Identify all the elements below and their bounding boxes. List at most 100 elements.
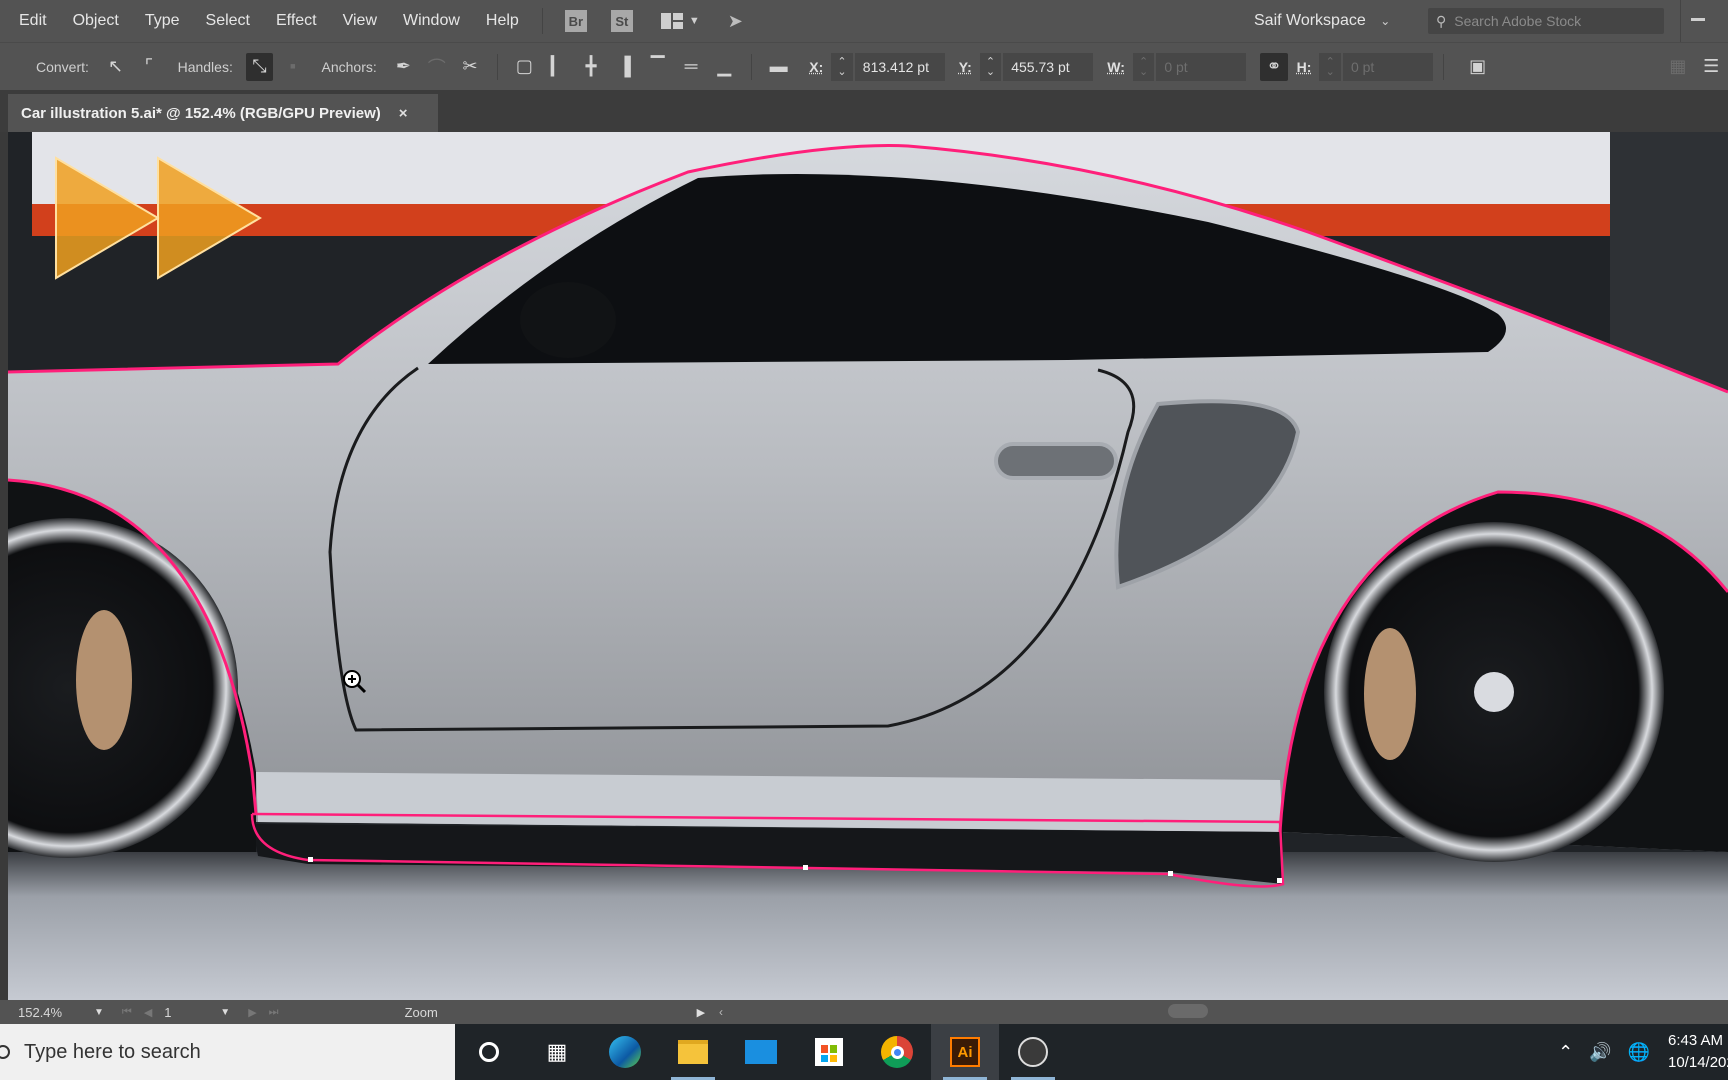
align-vcenter-button[interactable]: ═ [677, 53, 704, 81]
remove-anchor-button[interactable]: ✒ [390, 53, 417, 81]
align-to-button[interactable]: ▢ [511, 53, 538, 81]
handles-shown-icon: ⤡ [252, 56, 267, 76]
taskbar-search-box[interactable]: Type here to search [0, 1024, 455, 1080]
artboard-dropdown-chevron-icon[interactable]: ▼ [220, 1007, 230, 1018]
menu-object[interactable]: Object [60, 0, 132, 42]
hide-handles-button[interactable]: ▪ [279, 53, 306, 81]
scroll-left-icon[interactable]: ‹ [719, 1005, 723, 1019]
align-left-button[interactable]: ▎ [544, 53, 571, 81]
align-top-button[interactable]: ▔ [644, 53, 671, 81]
align-right-button[interactable]: ▐ [611, 53, 638, 81]
x-stepper[interactable]: ⌃ ⌄ [831, 52, 853, 81]
document-tab[interactable]: Car illustration 5.ai* @ 152.4% (RGB/GPU… [8, 94, 438, 132]
store-bag-icon [815, 1038, 843, 1066]
x-field[interactable]: 813.412 pt [854, 52, 945, 81]
rocker-panel [256, 772, 1283, 832]
status-menu-arrow-icon[interactable]: ▶ [697, 1006, 705, 1019]
rear-brake-caliper [1364, 628, 1416, 760]
windows-taskbar: Type here to search ▦ Ai ⌃ 🔊 🌐 6:43 AM 1… [0, 1024, 1728, 1080]
task-view-button[interactable]: ▦ [523, 1024, 591, 1080]
mail-button[interactable] [727, 1024, 795, 1080]
convert-label: Convert: [36, 58, 89, 75]
stock-search-placeholder: Search Adobe Stock [1454, 13, 1582, 29]
x-label: X: [809, 58, 824, 75]
menu-help[interactable]: Help [473, 0, 532, 42]
show-handles-button[interactable]: ⤡ [245, 52, 274, 81]
edge-button[interactable] [591, 1024, 659, 1080]
panel-menu-button[interactable]: ☰ [1698, 53, 1725, 81]
network-globe-icon[interactable]: 🌐 [1628, 1042, 1650, 1063]
horizontal-scrollbar-thumb[interactable] [1168, 1004, 1208, 1018]
illustrator-button[interactable]: Ai [931, 1024, 999, 1080]
panel-grid-button[interactable]: ▦ [1664, 53, 1691, 81]
menu-select[interactable]: Select [193, 0, 263, 42]
menu-type[interactable]: Type [132, 0, 193, 42]
menu-window[interactable]: Window [390, 0, 473, 42]
w-stepper[interactable]: ⌃ ⌄ [1132, 52, 1155, 81]
artboard-canvas[interactable] [0, 132, 1728, 1000]
door-handle [994, 442, 1118, 480]
volume-icon[interactable]: 🔊 [1589, 1042, 1611, 1063]
scissors-path-icon: ✂ [462, 56, 478, 76]
control-divider [496, 53, 498, 80]
gpu-performance-rocket-icon[interactable]: ➤ [728, 11, 743, 32]
zoom-dropdown-chevron-icon[interactable]: ▼ [94, 1007, 104, 1018]
menu-view[interactable]: View [330, 0, 390, 42]
cortana-button[interactable] [455, 1024, 523, 1080]
first-artboard-icon[interactable]: ⏮ [122, 1006, 132, 1019]
zoom-level-field[interactable]: 152.4% [12, 1002, 88, 1022]
h-stepper[interactable]: ⌃ ⌄ [1319, 52, 1341, 81]
transform-button[interactable]: ▣ [1464, 53, 1491, 81]
store-button[interactable] [795, 1024, 863, 1080]
search-icon: ⚲ [1436, 12, 1447, 29]
artboard-number-field[interactable]: 1 [158, 1005, 214, 1020]
bridge-button[interactable]: Br [564, 10, 587, 32]
h-label: H: [1296, 58, 1312, 75]
search-icon [0, 1045, 10, 1059]
anchor-point [1277, 878, 1282, 883]
anchor-point [803, 865, 808, 870]
chrome-button[interactable] [863, 1024, 931, 1080]
car-image [8, 132, 1728, 1000]
stock-button[interactable]: St [610, 10, 633, 32]
align-bottom-button[interactable]: ▁ [711, 53, 738, 81]
y-stepper[interactable]: ⌃ ⌄ [979, 52, 1002, 81]
file-explorer-button[interactable] [659, 1024, 727, 1080]
obs-button[interactable] [999, 1024, 1067, 1080]
last-artboard-icon[interactable]: ⏭ [269, 1006, 279, 1019]
anchor-point [308, 857, 313, 862]
document-tab-bar: Car illustration 5.ai* @ 152.4% (RGB/GPU… [0, 90, 1728, 132]
y-field[interactable]: 455.73 pt [1003, 52, 1094, 81]
close-icon[interactable]: × [399, 105, 408, 122]
handles-label: Handles: [177, 58, 233, 75]
connect-path-icon: ⌒ [427, 57, 446, 78]
w-field[interactable]: 0 pt [1156, 52, 1247, 81]
h-field[interactable]: 0 pt [1342, 52, 1433, 81]
anchor-point [1168, 871, 1173, 876]
next-artboard-icon[interactable]: ▶ [248, 1006, 256, 1019]
chrome-icon [881, 1036, 913, 1068]
document-title: Car illustration 5.ai* @ 152.4% (RGB/GPU… [21, 104, 381, 122]
status-bar: 152.4% ▼ ⏮ ◀ 1 ▼ ▶ ⏭ Zoom ▶ ‹ [0, 1000, 1728, 1024]
corner-anchor-icon: ↖ [108, 56, 124, 76]
menu-effect[interactable]: Effect [263, 0, 330, 42]
stock-search-input[interactable]: ⚲ Search Adobe Stock [1428, 8, 1664, 34]
workspace-switcher[interactable]: Saif Workspace ⌄ [1254, 0, 1390, 42]
clock[interactable]: 6:43 AM 10/14/2021 [1668, 1030, 1728, 1074]
prev-artboard-icon[interactable]: ◀ [144, 1006, 152, 1019]
show-hidden-icons-chevron-icon[interactable]: ⌃ [1558, 1042, 1573, 1063]
convert-to-corner-button[interactable]: ↖ [102, 53, 129, 81]
align-horizontal-center-icon: ╋ [585, 56, 597, 76]
reference-point-button[interactable]: ▬ [765, 53, 792, 81]
menu-list-icon: ☰ [1703, 56, 1720, 76]
folder-icon [678, 1040, 708, 1064]
minimize-window-button[interactable] [1680, 0, 1728, 42]
arrange-documents-button[interactable]: ▼ [660, 13, 700, 29]
align-hcenter-button[interactable]: ╋ [577, 53, 604, 81]
constrain-proportions-button[interactable]: ⚭ [1260, 52, 1288, 81]
convert-to-smooth-button[interactable]: ⌜ [135, 53, 162, 81]
cut-path-button[interactable]: ✂ [456, 53, 483, 81]
y-label: Y: [958, 58, 972, 75]
menu-edit[interactable]: Edit [0, 0, 60, 42]
connect-anchors-button[interactable]: ⌒ [423, 53, 450, 81]
